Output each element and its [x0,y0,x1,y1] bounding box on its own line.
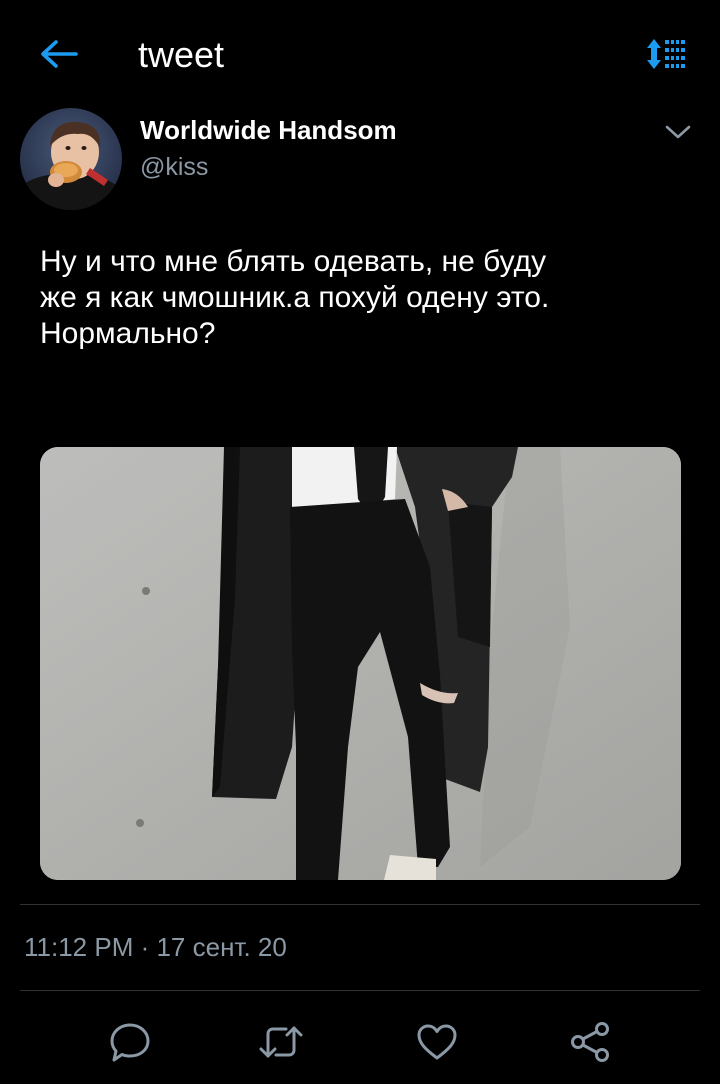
arrow-left-icon [41,40,78,68]
share-icon [571,1022,609,1062]
action-bar [0,1000,720,1080]
reply-button[interactable] [102,1014,158,1070]
retweet-icon [259,1026,303,1058]
sort-icon [647,39,685,69]
more-options-button[interactable] [656,114,700,150]
top-bar: tweet [0,0,720,110]
reply-icon [110,1023,150,1062]
avatar[interactable] [20,108,122,210]
tweet-detail-screen: tweet Worldwide Handsom @kiss Ну и что м… [0,0,720,1084]
page-title: tweet [138,34,225,75]
author-handle: @kiss [140,153,209,181]
retweet-button[interactable] [253,1014,309,1070]
author-name[interactable]: Worldwide Handsom [140,114,397,146]
tweet-media-image[interactable] [40,447,681,880]
tweet-timestamp: 11:12 PM · 17 сент. 20 [24,930,287,964]
timestamp-separator: · [133,932,157,962]
heart-icon [417,1024,457,1060]
tweet-text: Ну и что мне блять одевать, не буду же я… [40,245,550,350]
avatar-photo [20,108,122,210]
divider [20,904,700,905]
share-button[interactable] [562,1014,618,1070]
like-button[interactable] [409,1014,465,1070]
chevron-down-icon [665,125,691,139]
tweet-time: 11:12 PM [24,932,134,962]
tweet-date: 17 сент. 20 [156,932,287,962]
back-button[interactable] [36,34,80,74]
sort-button[interactable] [640,34,692,74]
outfit-photo [40,447,681,880]
divider [20,990,700,991]
